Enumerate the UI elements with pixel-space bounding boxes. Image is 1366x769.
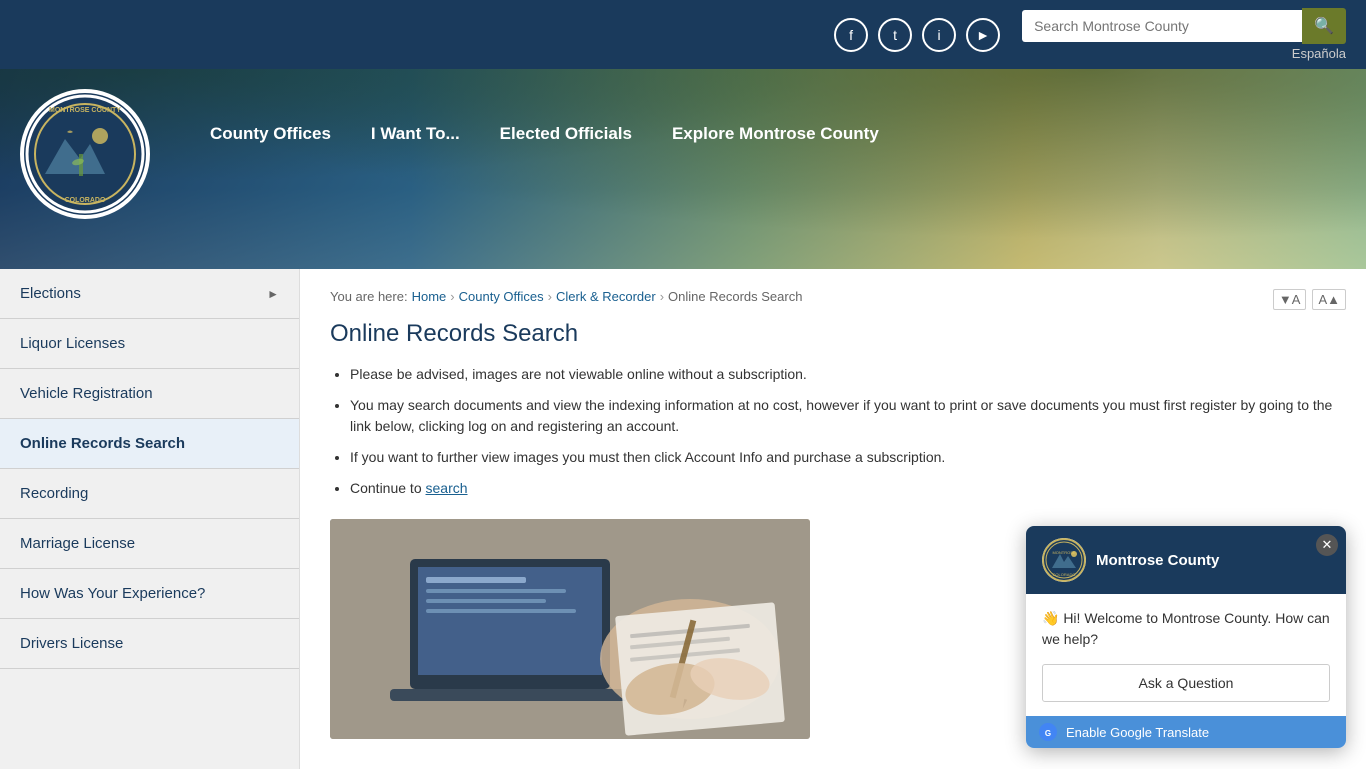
sidebar-item-online-records-search[interactable]: Online Records Search (0, 419, 299, 469)
bullet-2: You may search documents and view the in… (350, 395, 1336, 437)
bullet-3: If you want to further view images you m… (350, 447, 1336, 468)
search-input[interactable] (1022, 10, 1302, 42)
chat-logo: MONTROSE COLORADO (1042, 538, 1086, 582)
content-image (330, 519, 810, 739)
info-bullets: Please be advised, images are not viewab… (350, 364, 1336, 499)
svg-text:MONTROSE COUNTY: MONTROSE COUNTY (49, 107, 121, 114)
svg-text:G: G (1045, 729, 1051, 738)
header-search-area: 🔍 Española (1012, 8, 1346, 61)
sidebar: Elections ► Liquor Licenses Vehicle Regi… (0, 269, 300, 769)
twitter-icon[interactable]: t (878, 18, 912, 52)
font-increase-button[interactable]: A▲ (1312, 289, 1346, 310)
breadcrumb-county-offices[interactable]: County Offices (459, 289, 544, 304)
elections-arrow-icon: ► (267, 287, 279, 301)
sidebar-item-liquor-licenses[interactable]: Liquor Licenses (0, 319, 299, 369)
sidebar-item-drivers-license[interactable]: Drivers License (0, 619, 299, 669)
google-translate-bar[interactable]: G Enable Google Translate (1026, 716, 1346, 748)
espanola-link[interactable]: Española (1292, 46, 1346, 61)
search-link[interactable]: search (426, 480, 468, 496)
chat-header: MONTROSE COLORADO Montrose County ✕ (1026, 526, 1346, 594)
nav-county-offices[interactable]: County Offices (210, 124, 331, 144)
breadcrumb-clerk-recorder[interactable]: Clerk & Recorder (556, 289, 656, 304)
chat-body: 👋 Hi! Welcome to Montrose County. How ca… (1026, 594, 1346, 716)
page-title: Online Records Search (330, 320, 1336, 348)
sidebar-item-how-was-your-experience[interactable]: How Was Your Experience? (0, 569, 299, 619)
sidebar-item-elections[interactable]: Elections ► (0, 269, 299, 319)
breadcrumb-prefix: You are here: (330, 289, 408, 304)
breadcrumb-home[interactable]: Home (412, 289, 447, 304)
chat-close-button[interactable]: ✕ (1316, 534, 1338, 556)
svg-text:COLORADO: COLORADO (65, 197, 106, 204)
ask-question-button[interactable]: Ask a Question (1042, 664, 1330, 702)
search-bar: 🔍 (1022, 8, 1346, 44)
bullet-4: Continue to search (350, 478, 1336, 499)
nav-elected-officials[interactable]: Elected Officials (500, 124, 632, 144)
font-size-controls: ▼A A▲ (1273, 289, 1346, 310)
svg-text:COLORADO: COLORADO (1053, 572, 1076, 577)
sidebar-item-vehicle-registration[interactable]: Vehicle Registration (0, 369, 299, 419)
google-icon: G (1038, 722, 1058, 742)
nav-explore[interactable]: Explore Montrose County (672, 124, 879, 144)
sidebar-item-recording[interactable]: Recording (0, 469, 299, 519)
youtube-icon[interactable]: ► (966, 18, 1000, 52)
facebook-icon[interactable]: f (834, 18, 868, 52)
translate-label: Enable Google Translate (1066, 725, 1209, 740)
chat-greeting: 👋 Hi! Welcome to Montrose County. How ca… (1042, 608, 1330, 650)
main-nav: County Offices I Want To... Elected Offi… (150, 69, 909, 144)
chat-title: Montrose County (1096, 552, 1219, 569)
site-logo[interactable]: MONTROSE COUNTY COLORADO (20, 89, 150, 219)
search-button[interactable]: 🔍 (1302, 8, 1346, 44)
breadcrumb-current: Online Records Search (668, 289, 802, 304)
instagram-icon[interactable]: i (922, 18, 956, 52)
bullet-1: Please be advised, images are not viewab… (350, 364, 1336, 385)
breadcrumb: You are here: Home › County Offices › Cl… (330, 289, 1336, 304)
chat-widget: MONTROSE COLORADO Montrose County ✕ 👋 Hi… (1026, 526, 1346, 748)
sidebar-item-marriage-license[interactable]: Marriage License (0, 519, 299, 569)
font-decrease-button[interactable]: ▼A (1273, 289, 1307, 310)
social-icons-group: f t i ► (834, 18, 1000, 52)
nav-i-want-to[interactable]: I Want To... (371, 124, 460, 144)
